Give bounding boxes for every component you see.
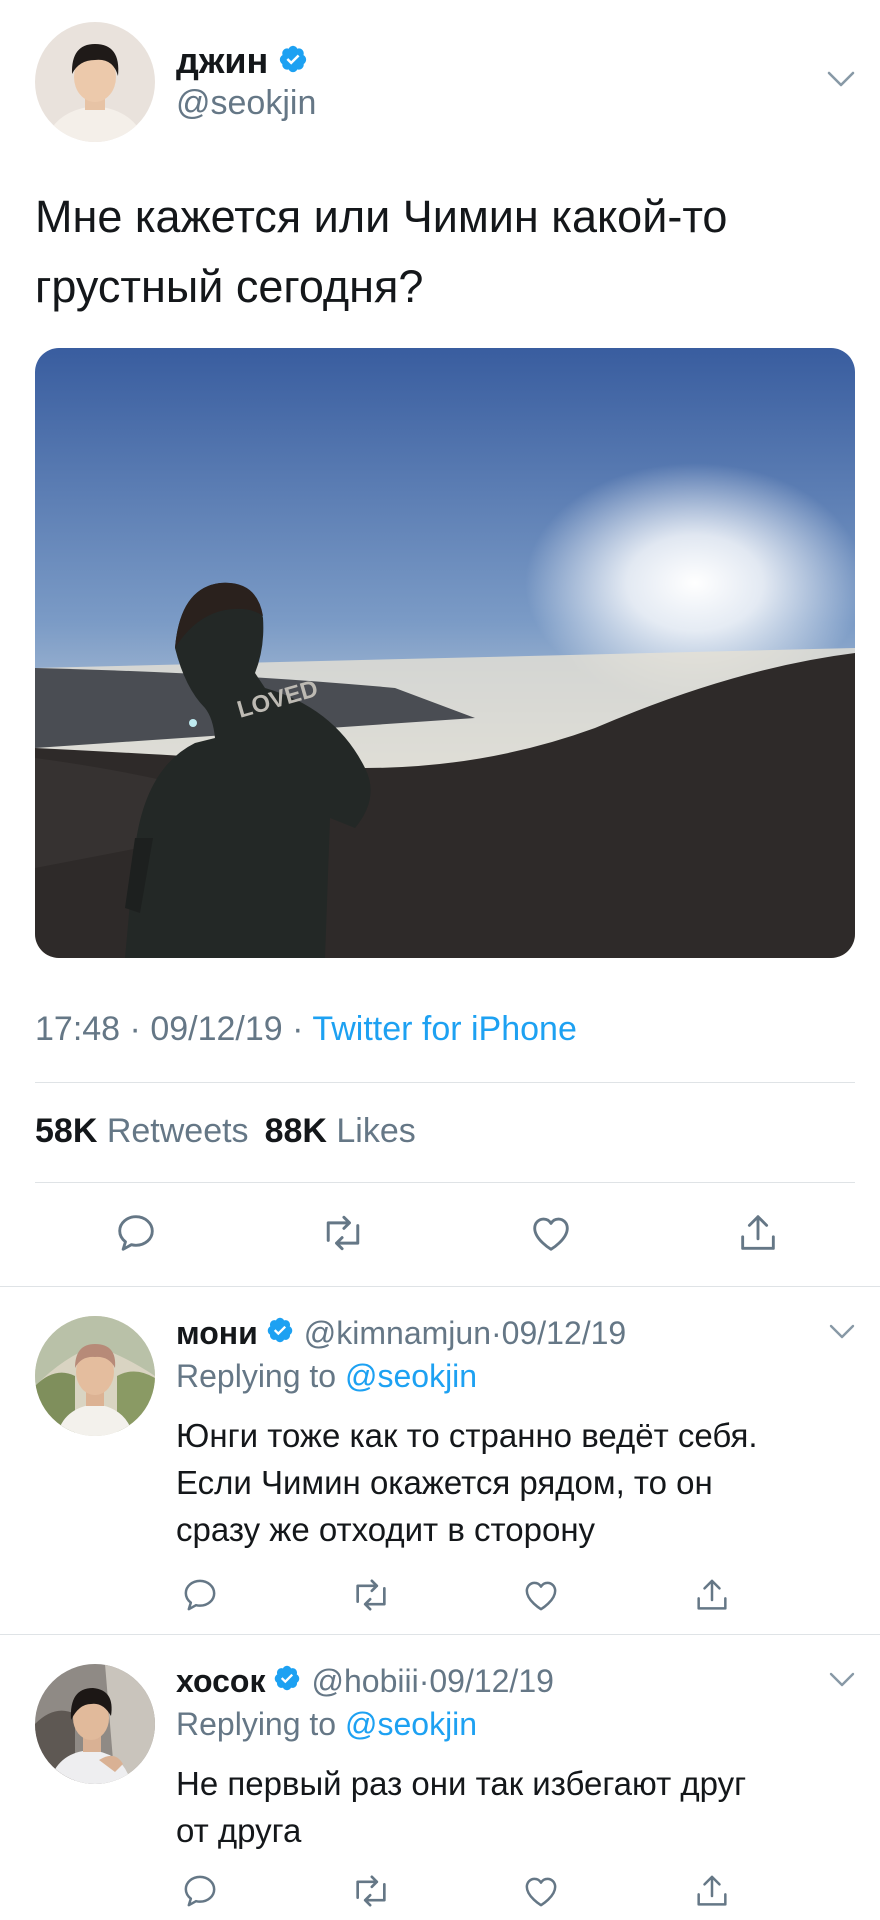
replying-prefix: Replying to [176,1358,337,1394]
verified-badge-icon [278,44,308,79]
meta-separator: · [418,1662,430,1699]
reply-text: Юнги тоже как то странно ведёт себя. Есл… [176,1412,856,1553]
retweet-icon[interactable] [347,1867,395,1915]
reply-date: 09/12/19 [429,1662,554,1699]
replying-to: Replying to @seokjin [176,1706,477,1743]
tweet-time: 17:48 [35,1010,121,1048]
divider [0,1286,880,1287]
reply-avatar[interactable] [35,1664,155,1784]
author-handle[interactable]: @seokjin [176,84,316,123]
author-name-row: джин [176,36,308,86]
meta-separator: · [491,1314,502,1351]
like-icon[interactable] [527,1209,575,1257]
replying-prefix: Replying to [176,1706,337,1742]
reply-author-name[interactable]: мони [176,1315,258,1352]
reply-text-line: Не первый раз они так избегают друг [176,1765,747,1802]
retweets-count: 58K [35,1112,98,1150]
reply-icon[interactable] [176,1571,224,1619]
chevron-down-icon[interactable] [828,1670,856,1690]
likes-count: 88K [264,1112,327,1150]
likes-stat[interactable]: 88K Likes [265,1112,416,1150]
reply-date: 09/12/19 [501,1314,627,1351]
reply-text-line: от друга [176,1812,302,1849]
meta-separator: · [129,1010,141,1048]
replying-to: Replying to @seokjin [176,1358,477,1395]
reply-actions [176,1572,736,1618]
reply-header: мони @kimnamjun · 09/12/19 [176,1310,626,1356]
divider [35,1082,855,1083]
share-icon[interactable] [688,1867,736,1915]
reply-author-handle[interactable]: @kimnamjun [304,1315,491,1352]
reply-header: хосок @hobiii · 09/12/19 [176,1658,554,1704]
replying-mention-link[interactable]: @seokjin [345,1358,477,1394]
meta-separator: · [292,1010,304,1048]
tweet-stats: 58K Retweets 88K Likes [35,1112,416,1151]
verified-badge-icon [266,1315,294,1352]
chevron-down-icon[interactable] [828,1322,856,1342]
reply-text-line: Юнги тоже как то странно ведёт себя. [176,1417,758,1454]
retweet-icon[interactable] [347,1571,395,1619]
tweet-text-line: Мне кажется или Чимин какой-то [35,191,728,242]
share-icon[interactable] [734,1209,782,1257]
reply-actions [176,1868,736,1914]
reply-icon[interactable] [176,1867,224,1915]
reply-text-line: сразу же отходит в сторону [176,1511,596,1548]
share-icon[interactable] [688,1571,736,1619]
likes-label: Likes [336,1112,416,1150]
retweets-label: Retweets [106,1112,249,1150]
author-avatar[interactable] [35,22,155,142]
tweet-meta: 17:48 · 09/12/19 · Twitter for iPhone [35,1010,577,1049]
retweets-stat[interactable]: 58K Retweets [35,1112,249,1150]
reply-author-name[interactable]: хосок [176,1663,265,1700]
reply-icon[interactable] [112,1209,160,1257]
tweet-date: 09/12/19 [150,1010,283,1048]
like-icon[interactable] [517,1867,565,1915]
verified-badge-icon [273,1663,301,1700]
divider [0,1634,880,1635]
reply-text-line: Если Чимин окажется рядом, то он [176,1464,713,1501]
chevron-down-icon[interactable] [826,68,856,90]
reply-author-handle[interactable]: @hobiii [311,1663,418,1700]
tweet-source-link[interactable]: Twitter for iPhone [312,1010,577,1048]
reply-avatar[interactable] [35,1316,155,1436]
tweet-text: Мне кажется или Чимин какой-то грустный … [35,182,855,322]
reply-text: Не первый раз они так избегают друг от д… [176,1760,856,1854]
tweet-text-line: грустный сегодня? [35,261,424,312]
replying-mention-link[interactable]: @seokjin [345,1706,477,1742]
like-icon[interactable] [517,1571,565,1619]
divider [35,1182,855,1183]
tweet-actions [112,1208,782,1258]
retweet-icon[interactable] [319,1209,367,1257]
author-name[interactable]: джин [176,40,268,82]
tweet-photo[interactable]: LOVED [35,348,855,958]
